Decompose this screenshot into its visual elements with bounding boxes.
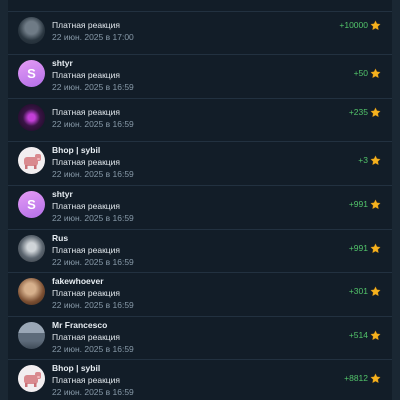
transactions-list: 22 июн. 2025 в 17:00Платная реакция22 ию… <box>8 0 392 400</box>
sender-name: Mr Francesco <box>52 319 108 330</box>
avatar[interactable] <box>18 234 45 262</box>
transaction-row[interactable]: Sshtyr Платная реакция 22 июн. 2025 в 16:5… <box>8 186 392 230</box>
transaction-row[interactable]: Bhop | sybil Платная реакция 22 июн. 2025 … <box>8 360 392 400</box>
avatar[interactable] <box>18 147 45 175</box>
transaction-type: Платная реакция <box>52 106 121 117</box>
transaction-type: Платная реакция <box>52 288 121 299</box>
transaction-type: Платная реакция <box>52 200 121 211</box>
sender-name: Bhop | sybil <box>52 363 101 374</box>
star-icon <box>370 284 381 297</box>
avatar-letter: S <box>27 66 36 82</box>
transaction-date: 22 июн. 2025 в 17:00 <box>52 31 134 42</box>
transaction-date: 22 июн. 2025 в 16:59 <box>52 256 134 267</box>
star-icon <box>370 105 381 117</box>
star-icon <box>370 328 381 340</box>
transaction-date: 22 июн. 2025 в 16:59 <box>52 169 134 180</box>
sender-name: Rus <box>52 232 69 243</box>
star-amount: +235 <box>348 106 368 117</box>
star-icon <box>370 66 381 79</box>
avatar[interactable] <box>18 278 45 306</box>
star-amount: +10000 <box>339 19 368 30</box>
transaction-date: 22 июн. 2025 в 16:59 <box>52 118 134 129</box>
transaction-type: Платная реакция <box>52 19 121 30</box>
avatar-letter: S <box>27 196 36 212</box>
transaction-type: Платная реакция <box>52 375 121 386</box>
transaction-row[interactable]: Mr Francesco Платная реакция 22 июн. 2025 … <box>8 317 392 361</box>
transaction-type: Платная реакция <box>52 244 121 255</box>
avatar[interactable]: S <box>18 190 45 218</box>
star-amount: +3 <box>358 155 368 166</box>
star-amount: +301 <box>348 286 368 297</box>
avatar[interactable] <box>18 365 45 393</box>
sender-name: Bhop | sybil <box>52 145 101 156</box>
avatar[interactable]: S <box>18 60 45 88</box>
transaction-date: 22 июн. 2025 в 16:59 <box>52 82 134 93</box>
transaction-date: 22 июн. 2025 в 16:59 <box>52 300 134 311</box>
transaction-date: 22 июн. 2025 в 16:59 <box>52 387 134 398</box>
avatar[interactable] <box>18 103 45 131</box>
star-amount: +514 <box>348 329 368 340</box>
avatar[interactable] <box>18 16 45 44</box>
transaction-row[interactable]: 22 июн. 2025 в 17:00 <box>8 0 392 12</box>
transactions-panel: 22 июн. 2025 в 17:00Платная реакция22 ию… <box>8 0 392 400</box>
transaction-date: 22 июн. 2025 в 16:59 <box>52 212 134 223</box>
star-icon <box>370 153 381 166</box>
star-amount: +8812 <box>344 373 368 384</box>
transaction-type: Платная реакция <box>52 70 121 81</box>
star-icon <box>370 18 381 30</box>
transaction-row[interactable]: Bhop | sybil Платная реакция 22 июн. 2025 … <box>8 142 392 186</box>
star-icon <box>370 371 381 384</box>
transaction-row[interactable]: Sshtyr Платная реакция 22 июн. 2025 в 16:5… <box>8 55 392 99</box>
star-icon <box>370 197 381 210</box>
star-icon <box>370 241 381 253</box>
transaction-type: Платная реакция <box>52 157 121 168</box>
sender-name: shtyr <box>52 188 73 199</box>
transaction-date: 22 июн. 2025 в 16:59 <box>52 343 134 354</box>
avatar[interactable] <box>18 321 45 349</box>
sender-name: fakewhoever <box>52 276 104 287</box>
star-amount: +991 <box>348 242 368 253</box>
transaction-type: Платная реакция <box>52 331 121 342</box>
transaction-row[interactable]: Rus Платная реакция 22 июн. 2025 в 16:59 +9… <box>8 230 392 274</box>
transaction-row[interactable]: Платная реакция 22 июн. 2025 в 17:00 +1000… <box>8 12 392 56</box>
transaction-row[interactable]: fakewhoever Платная реакция 22 июн. 2025 в… <box>8 273 392 317</box>
star-amount: +991 <box>348 198 368 209</box>
transaction-row[interactable]: Платная реакция 22 июн. 2025 в 16:59 +235 <box>8 99 392 143</box>
sender-name: shtyr <box>52 58 73 69</box>
star-amount: +50 <box>353 68 368 79</box>
